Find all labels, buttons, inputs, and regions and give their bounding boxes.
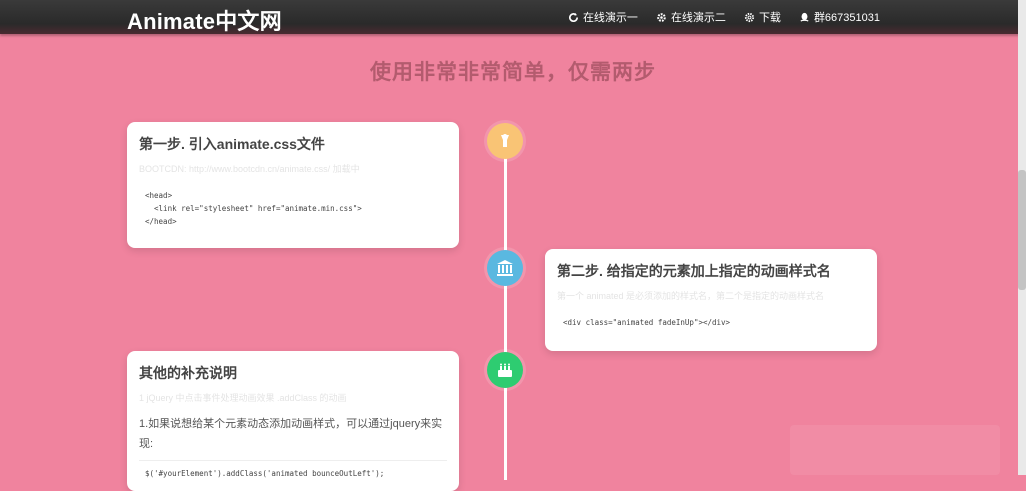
refresh-icon [569,12,578,22]
step1-timeline-icon [487,123,523,159]
gear-icon [657,12,666,22]
step2-card: 第二步. 给指定的元素加上指定的动画样式名 第一个 animated 是必须添加… [545,249,877,351]
nav-link-label: 在线演示一 [582,12,638,24]
torch-icon [501,134,509,147]
nav-link-qq-group[interactable]: 群667351031 [799,9,880,25]
nav-link-demo-2[interactable]: 在线演示二 [656,9,726,25]
step2-timeline-icon [487,250,523,286]
step3-code: $('#yourElement').addClass('animated bou… [145,469,385,478]
cog-icon [744,12,755,22]
step2-faint-text: 第一个 animated 是必须添加的样式名，第二个是指定的动画样式名 [557,291,825,301]
step1-title: 第一步. 引入animate.css文件 [139,136,325,152]
step3-faint-text: 1 jQuery 中点击事件处理动画效果 .addClass 的动画 [139,393,347,403]
scroll-thumb[interactable] [1018,170,1026,290]
step1-code: <head> <link rel="stylesheet" href="anim… [145,191,362,226]
scrollbar[interactable] [1018,0,1026,475]
step1-faint-text: BOOTCDN: http://www.bootcdn.cn/animate.c… [139,164,360,174]
top-navbar: Animate中文网 在线演示一 在线演示二 下载 群667351031 [0,0,1026,34]
cake-icon [498,363,512,377]
step3-title: 其他的补充说明 [139,365,237,381]
step3-timeline-icon [487,352,523,388]
step2-code: <div class="animated fadeInUp"></div> [563,318,731,327]
step3-divider [139,460,447,461]
nav-link-label: 在线演示二 [670,12,726,24]
nav-links: 在线演示一 在线演示二 下载 群667351031 [568,9,880,25]
bank-icon [497,260,513,276]
watermark [790,425,1000,475]
qq-icon [800,12,809,22]
step3-description: 1.如果说想给某个元素动态添加动画样式，可以通过jquery来实现: [139,418,443,450]
nav-link-label: 下载 [758,12,781,24]
nav-link-download[interactable]: 下载 [744,9,781,25]
nav-link-label: 群667351031 [813,12,880,24]
brand-logo[interactable]: Animate中文网 [127,4,282,36]
step1-card: 第一步. 引入animate.css文件 BOOTCDN: http://www… [127,122,459,248]
nav-link-demo-1[interactable]: 在线演示一 [568,9,638,25]
timeline-line [504,140,507,480]
section-title: 使用非常非常简单，仅需两步 [370,61,656,84]
step2-title: 第二步. 给指定的元素加上指定的动画样式名 [557,263,831,279]
step3-card: 其他的补充说明 1 jQuery 中点击事件处理动画效果 .addClass 的… [127,351,459,491]
